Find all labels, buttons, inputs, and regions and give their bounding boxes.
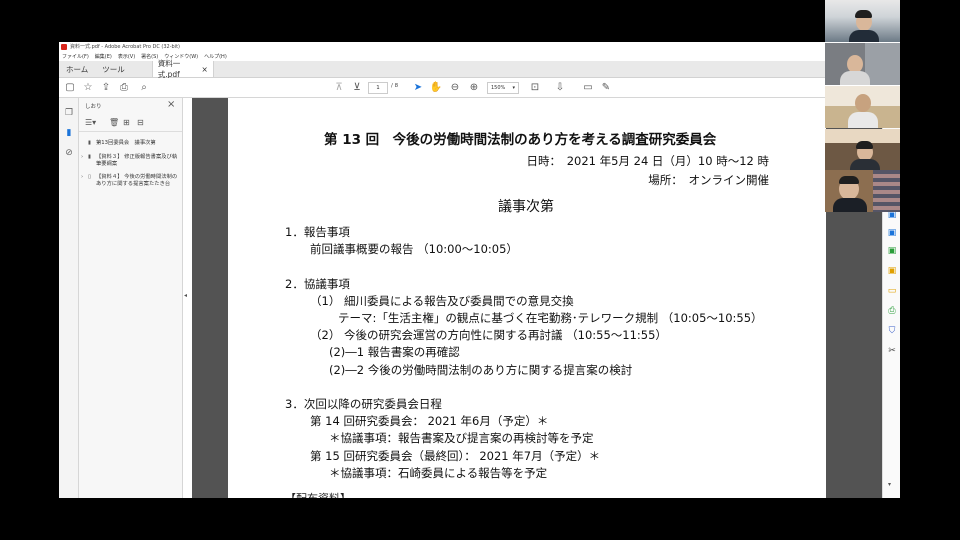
acrobat-logo-icon <box>61 43 67 50</box>
zoom-value: 150% <box>491 85 506 91</box>
create-pdf-icon[interactable]: ▣ <box>886 228 898 238</box>
agenda-line: 1．報告事項 <box>285 225 350 239</box>
window-title: 資料一式.pdf - Adobe Acrobat Pro DC (32-bit) <box>70 44 181 50</box>
agenda-line: テーマ:「生活主権」の観点に基づく在宅勤務･テレワーク規制 （10:05～10:… <box>338 311 763 325</box>
bookmark-item[interactable]: ▮ 第13回委員会 議事次第 <box>81 140 181 147</box>
options-menu-icon[interactable]: ☰▾ <box>85 118 96 127</box>
fit-page-icon[interactable]: ⊡ <box>528 81 542 95</box>
next-page-icon[interactable]: ⊻ <box>350 81 364 95</box>
page-number-input[interactable]: 1 <box>368 82 388 94</box>
agenda-heading: 議事次第 <box>498 199 554 215</box>
tab-document[interactable]: 資料一式.pdf × <box>151 59 214 79</box>
agenda-line: (2)―2 今後の労働時間法制のあり方に関する提言案の検討 <box>329 362 633 377</box>
tab-document-label: 資料一式.pdf <box>157 59 181 79</box>
agenda-line: 3．次回以降の研究委員会日程 <box>285 397 442 411</box>
zoom-select[interactable]: 150% ▾ <box>487 82 519 94</box>
meeting-place: 場所： オンライン開催 <box>648 173 769 187</box>
document-bookmark-icon: ▯ <box>88 174 91 180</box>
tab-bar: ホーム ツール 資料一式.pdf × <box>59 59 900 79</box>
bookmarks-title: しおり <box>85 104 102 110</box>
bookmark-label: 【資料３】 修正版報告書案及び執筆要綱案 <box>96 154 178 167</box>
upload-icon[interactable]: ⇪ <box>99 81 113 95</box>
menu-file[interactable]: ファイル(F) <box>62 53 89 60</box>
page-total: / 8 <box>391 83 399 89</box>
panel-collapse-icon[interactable]: ◂ <box>184 292 187 299</box>
print-icon[interactable]: ⎙ <box>117 81 131 95</box>
bookmarks-panel: しおり × ☰▾ 🗑 ⊞ ⊟ ▮ 第13回委員会 議事次第 › ▮ 【資料３】 … <box>79 98 183 498</box>
bookmark-icon: ▮ <box>88 140 91 146</box>
select-pointer-icon[interactable]: ➤ <box>411 81 425 95</box>
document-viewport[interactable]: 第 13 回 今後の労働時間法制のあり方を考える調査研究委員会 日時： 2021… <box>192 98 882 498</box>
bookmark-star-icon[interactable]: ☆ <box>81 81 95 95</box>
bookmark-label: 第13回委員会 議事次第 <box>96 140 156 146</box>
bookmark-item[interactable]: › ▮ 【資料３】 修正版報告書案及び執筆要綱案 <box>81 154 181 168</box>
meeting-date: 日時： 2021 年5月 24 日（月）10 時～12 時 <box>526 154 769 168</box>
more-tools-icon[interactable]: ✂ <box>886 346 898 356</box>
panel-close-icon[interactable]: × <box>167 99 175 110</box>
agenda-line: ＊協議事項：報告書案及び提言案の再検討等を予定 <box>329 431 594 446</box>
toolbar: ▢ ☆ ⇪ ⎙ ⌕ ⊼ ⊻ 1 / 8 ➤ ✋ ⊖ ⊕ 150% ▾ ⊡ ⇩ ▭… <box>59 78 900 98</box>
menu-view[interactable]: 表示(V) <box>118 53 135 60</box>
video-call-panel <box>825 0 900 212</box>
agenda-line: （1） 細川委員による報告及び委員間での意見交換 <box>310 293 574 308</box>
agenda-line: 2．協議事項 <box>285 276 350 291</box>
title-bar: 資料一式.pdf - Adobe Acrobat Pro DC (32-bit) <box>59 42 900 51</box>
document-icon[interactable]: ▢ <box>63 81 77 95</box>
protect-icon[interactable]: ⛉ <box>886 326 898 336</box>
menu-help[interactable]: ヘルプ(H) <box>204 53 227 60</box>
screen: 資料一式.pdf - Adobe Acrobat Pro DC (32-bit)… <box>0 0 960 540</box>
zoom-out-icon[interactable]: ⊖ <box>448 81 462 95</box>
bookmark-item[interactable]: › ▯ 【資料４】 今後の労働時間法制のあり方に関する提言案たたき台 <box>81 174 181 188</box>
bookmarks-icon[interactable]: ▮ <box>63 128 75 138</box>
search-icon[interactable]: ⌕ <box>137 81 151 95</box>
print-production-icon[interactable]: ⎙ <box>886 306 898 316</box>
bookmarks-toolbar: ☰▾ 🗑 ⊞ ⊟ <box>79 116 182 132</box>
menu-sign[interactable]: 署名(S) <box>141 53 158 60</box>
tab-home[interactable]: ホーム <box>59 61 95 77</box>
chevron-right-icon[interactable]: › <box>81 154 88 168</box>
pen-icon[interactable]: ✎ <box>599 81 613 95</box>
bookmark-label: 【資料４】 今後の労働時間法制のあり方に関する提言案たたき台 <box>96 174 178 187</box>
hand-tool-icon[interactable]: ✋ <box>429 81 443 95</box>
comment-icon[interactable]: ▭ <box>581 81 595 95</box>
agenda-line: ＊協議事項：石崎委員による報告等を予定 <box>329 465 548 480</box>
agenda-line: 第 14 回研究委員会： 2021 年6月（予定）＊ <box>310 414 549 429</box>
delete-icon[interactable]: 🗑 <box>109 118 119 127</box>
participant-video[interactable] <box>825 43 900 85</box>
edit-pdf-icon[interactable]: ▣ <box>886 246 898 256</box>
agenda-line: 第 15 回研究委員会（最終回）： 2021 年7月（予定）＊ <box>310 448 601 463</box>
document-title: 第 13 回 今後の労働時間法制のあり方を考える調査研究委員会 <box>324 132 717 148</box>
distributed-materials-heading: 【配布資料】 <box>285 490 351 498</box>
tab-tools[interactable]: ツール <box>95 61 132 77</box>
chevron-right-icon[interactable]: › <box>81 174 88 188</box>
participant-video[interactable] <box>825 170 900 212</box>
zoom-in-icon[interactable]: ⊕ <box>467 81 481 95</box>
tab-close-icon[interactable]: × <box>201 65 207 74</box>
attachment-icon[interactable]: ⊘ <box>63 148 75 158</box>
comment-tool-icon[interactable]: ▭ <box>886 286 898 296</box>
scroll-mode-icon[interactable]: ⇩ <box>553 81 567 95</box>
expand-bookmark-icon[interactable]: ⊟ <box>137 118 144 127</box>
new-bookmark-icon[interactable]: ⊞ <box>123 118 130 127</box>
scroll-down-icon[interactable]: ▾ <box>888 481 891 488</box>
sign-icon[interactable]: ▣ <box>886 266 898 276</box>
bookmark-icon: ▮ <box>88 154 91 160</box>
acrobat-window: 資料一式.pdf - Adobe Acrobat Pro DC (32-bit)… <box>59 42 900 498</box>
pdf-page: 第 13 回 今後の労働時間法制のあり方を考える調査研究委員会 日時： 2021… <box>228 98 826 498</box>
agenda-line: 前回議事概要の報告 （10:00～10:05） <box>310 242 518 257</box>
chevron-down-icon: ▾ <box>512 85 515 91</box>
participant-video[interactable] <box>825 86 900 128</box>
previous-page-icon[interactable]: ⊼ <box>332 81 346 95</box>
navigation-rail: ❐ ▮ ⊘ <box>59 98 79 498</box>
agenda-line: （2） 今後の研究会運営の方向性に関する再討議 （10:55～11:55） <box>310 328 667 343</box>
page-thumbnails-icon[interactable]: ❐ <box>63 108 75 118</box>
participant-video[interactable] <box>825 129 900 171</box>
agenda-line: (2)―1 報告書案の再確認 <box>329 345 460 360</box>
menu-edit[interactable]: 編集(E) <box>95 53 112 60</box>
participant-video[interactable] <box>825 0 900 42</box>
